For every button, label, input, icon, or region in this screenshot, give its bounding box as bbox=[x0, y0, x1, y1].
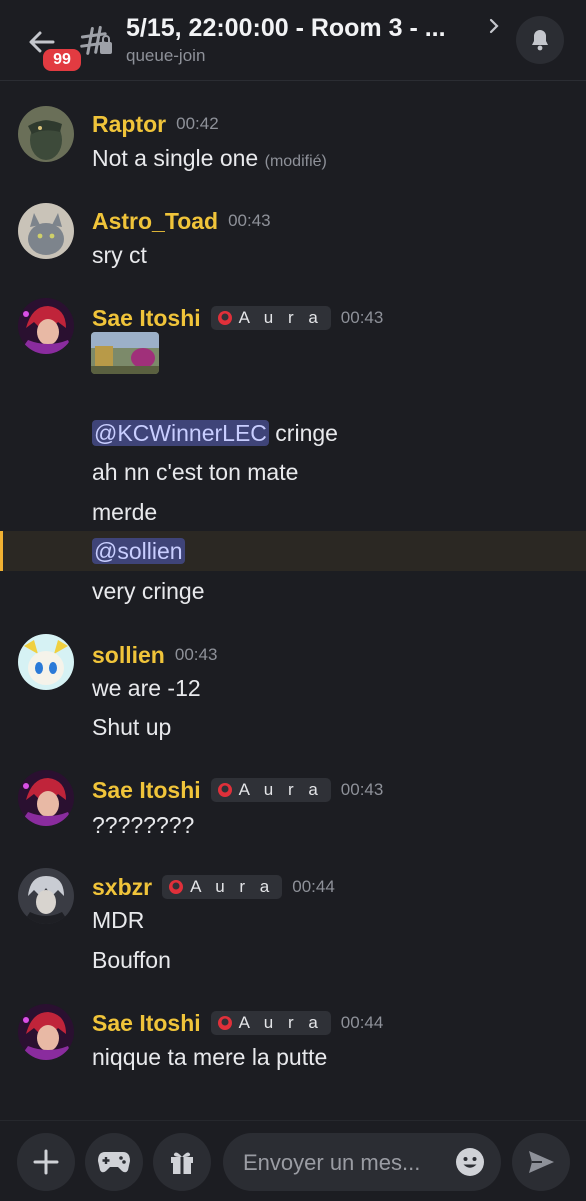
emoji-icon[interactable] bbox=[455, 1147, 485, 1177]
mention-highlight bbox=[0, 531, 586, 571]
aura-icon bbox=[217, 311, 232, 325]
timestamp: 00:43 bbox=[340, 308, 384, 327]
image-attachment[interactable] bbox=[91, 332, 159, 374]
user-tag: A u r a bbox=[210, 778, 331, 802]
message-text[interactable]: @KCWinnerLEC cringe bbox=[92, 418, 338, 448]
timestamp: 00:43 bbox=[228, 211, 271, 230]
timestamp: 00:43 bbox=[174, 645, 218, 664]
channel-subtitle: queue-join bbox=[126, 46, 206, 65]
username[interactable]: Sae Itoshi bbox=[92, 305, 201, 332]
user-mention[interactable]: @sollien bbox=[92, 538, 185, 564]
bell-icon bbox=[532, 30, 548, 51]
message-text[interactable]: sry ct bbox=[92, 240, 147, 270]
timestamp: 00:44 bbox=[292, 877, 335, 896]
avatar[interactable] bbox=[18, 106, 74, 162]
timestamp: 00:42 bbox=[176, 114, 219, 133]
chevron-right-icon[interactable] bbox=[484, 16, 504, 36]
aura-icon bbox=[217, 1016, 232, 1030]
activities-button[interactable] bbox=[85, 1133, 143, 1191]
username[interactable]: sollien bbox=[92, 642, 165, 669]
highlight-bar bbox=[0, 531, 3, 571]
aura-icon bbox=[217, 783, 232, 797]
user-tag: A u r a bbox=[210, 306, 331, 330]
user-mention[interactable]: @KCWinnerLEC bbox=[92, 420, 269, 446]
unread-badge: 99 bbox=[40, 46, 84, 74]
text-channel-icon bbox=[80, 25, 112, 55]
gamepad-icon bbox=[98, 1152, 130, 1173]
notification-button[interactable] bbox=[516, 16, 564, 64]
message-text[interactable]: @sollien bbox=[92, 536, 185, 566]
avatar[interactable] bbox=[18, 1004, 74, 1060]
message-input-placeholder: Envoyer un mes... bbox=[243, 1150, 421, 1175]
message-text[interactable]: we are -12 bbox=[92, 673, 201, 703]
gift-button[interactable] bbox=[153, 1133, 211, 1191]
gift-icon bbox=[171, 1152, 193, 1174]
username[interactable]: Astro_Toad bbox=[92, 208, 218, 235]
username[interactable]: Raptor bbox=[92, 111, 166, 138]
message-text[interactable]: ???????? bbox=[92, 810, 194, 840]
message-input[interactable]: Envoyer un mes... bbox=[223, 1133, 501, 1191]
user-tag: A u r a bbox=[210, 1011, 331, 1035]
add-attachment-button[interactable] bbox=[17, 1133, 75, 1191]
message-text[interactable]: Not a single one (modifié) bbox=[92, 143, 327, 177]
user-tag: A u r a bbox=[162, 875, 283, 899]
channel-header: 99 5/15, 22:00:00 - Room 3 - ... queue-j… bbox=[0, 0, 586, 81]
message-text[interactable]: MDR bbox=[92, 905, 144, 935]
message-text[interactable]: Shut up bbox=[92, 712, 171, 742]
timestamp: 00:43 bbox=[340, 780, 384, 799]
avatar[interactable] bbox=[18, 770, 74, 826]
message-composer: Envoyer un mes... bbox=[0, 1120, 586, 1201]
username[interactable]: Sae Itoshi bbox=[92, 777, 201, 804]
plus-icon bbox=[33, 1149, 59, 1175]
avatar[interactable] bbox=[18, 203, 74, 259]
edited-label: (modifié) bbox=[264, 153, 327, 170]
aura-icon bbox=[169, 880, 184, 894]
username[interactable]: Sae Itoshi bbox=[92, 1010, 201, 1037]
avatar[interactable] bbox=[18, 298, 74, 354]
message-text[interactable]: very cringe bbox=[92, 576, 204, 606]
timestamp: 00:44 bbox=[340, 1013, 384, 1032]
message-text[interactable]: Bouffon bbox=[92, 945, 171, 975]
message-text[interactable]: merde bbox=[92, 497, 157, 527]
message-text[interactable]: niqque ta mere la putte bbox=[92, 1042, 327, 1072]
avatar[interactable] bbox=[18, 634, 74, 690]
channel-title[interactable]: 5/15, 22:00:00 - Room 3 - ... bbox=[126, 14, 476, 43]
message-text[interactable]: ah nn c'est ton mate bbox=[92, 457, 298, 487]
send-button[interactable] bbox=[512, 1133, 570, 1191]
username[interactable]: sxbzr bbox=[92, 874, 152, 901]
avatar[interactable] bbox=[18, 868, 74, 924]
send-icon bbox=[529, 1151, 554, 1173]
